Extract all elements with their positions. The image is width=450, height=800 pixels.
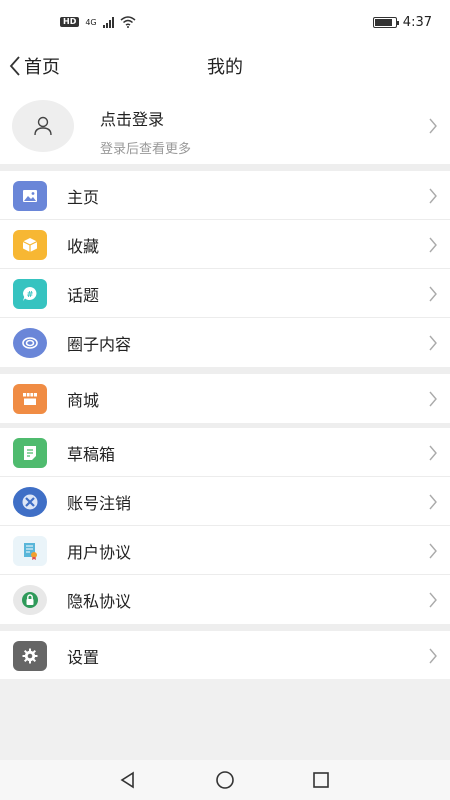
chevron-right-icon: [429, 543, 437, 559]
chevron-right-icon: [429, 118, 437, 134]
menu-item-topics[interactable]: # 话题: [0, 269, 450, 318]
back-button[interactable]: 首页: [8, 44, 60, 88]
lock-icon: [13, 585, 47, 615]
battery-fill: [374, 18, 392, 26]
empty-area: [0, 679, 450, 760]
menu-label-home: 主页: [67, 187, 100, 207]
user-icon: [34, 116, 52, 136]
section-divider: [0, 624, 450, 631]
note-icon: [13, 438, 47, 468]
status-indicators: HD 4G: [60, 16, 136, 28]
menu-label-favorites: 收藏: [67, 236, 100, 256]
menu-item-mall[interactable]: 商城: [0, 374, 450, 423]
system-back-button[interactable]: [118, 770, 138, 790]
menu-label-topics: 话题: [67, 285, 100, 305]
system-home-button[interactable]: [215, 770, 235, 790]
wifi-icon: [120, 16, 136, 28]
menu-item-circle[interactable]: 圈子内容: [0, 318, 450, 367]
menu-item-privacy[interactable]: 隐私协议: [0, 575, 450, 624]
svg-text:#: #: [27, 290, 34, 299]
section-divider: [0, 367, 450, 374]
store-icon: [13, 384, 47, 414]
menu-label-settings: 设置: [67, 647, 100, 667]
battery-icon: [372, 16, 399, 28]
menu-item-favorites[interactable]: 收藏: [0, 220, 450, 269]
menu-item-settings[interactable]: 设置: [0, 631, 450, 680]
chevron-right-icon: [429, 648, 437, 664]
chevron-right-icon: [429, 188, 437, 204]
chevron-right-icon: [429, 494, 437, 510]
login-subtitle: 登录后查看更多: [100, 142, 192, 157]
system-recents-button[interactable]: [311, 770, 331, 790]
menu-item-user-agreement[interactable]: 用户协议: [0, 526, 450, 575]
chevron-right-icon: [429, 335, 437, 351]
hashtag-bubble-icon: #: [13, 279, 47, 309]
menu-label-user-agreement: 用户协议: [67, 542, 132, 562]
triangle-back-icon: [120, 771, 134, 789]
network-type: 4G: [85, 17, 97, 27]
menu-label-privacy: 隐私协议: [67, 591, 132, 611]
certificate-icon: [13, 536, 47, 566]
image-icon: [13, 181, 47, 211]
status-time: 4:37: [402, 14, 432, 30]
menu-label-account-cancel: 账号注销: [67, 493, 132, 513]
nav-bar: 首页 我的: [0, 44, 450, 88]
chevron-right-icon: [429, 286, 437, 302]
square-recents-icon: [313, 772, 329, 788]
circle-home-icon: [216, 771, 234, 789]
login-row[interactable]: 点击登录 登录后查看更多: [0, 88, 450, 164]
back-label: 首页: [24, 57, 60, 78]
gear-icon: [13, 641, 47, 671]
hd-badge: HD: [60, 16, 80, 28]
chevron-right-icon: [429, 237, 437, 253]
profile-text: 点击登录 登录后查看更多: [100, 106, 191, 157]
chevron-right-icon: [429, 445, 437, 461]
status-bar: HD 4G 4:37: [0, 0, 450, 44]
login-label: 点击登录: [100, 110, 165, 129]
section-divider: [0, 164, 450, 171]
chevron-left-icon: [9, 56, 20, 76]
menu-item-drafts[interactable]: 草稿箱: [0, 428, 450, 477]
chevron-right-icon: [429, 391, 437, 407]
menu-item-account-cancel[interactable]: 账号注销: [0, 477, 450, 526]
menu-label-mall: 商城: [67, 390, 100, 410]
system-nav-bar: [0, 760, 450, 800]
chevron-right-icon: [429, 592, 437, 608]
menu-label-drafts: 草稿箱: [67, 444, 116, 464]
menu-item-home[interactable]: 主页: [0, 171, 450, 220]
page-title: 我的: [207, 57, 243, 78]
status-right: 4:37: [372, 14, 432, 30]
signal-icon: [102, 16, 114, 28]
spiral-icon: [13, 328, 47, 358]
avatar: [12, 100, 74, 152]
menu-label-circle: 圈子内容: [67, 334, 132, 354]
x-circle-icon: [13, 487, 47, 517]
box-icon: [13, 230, 47, 260]
